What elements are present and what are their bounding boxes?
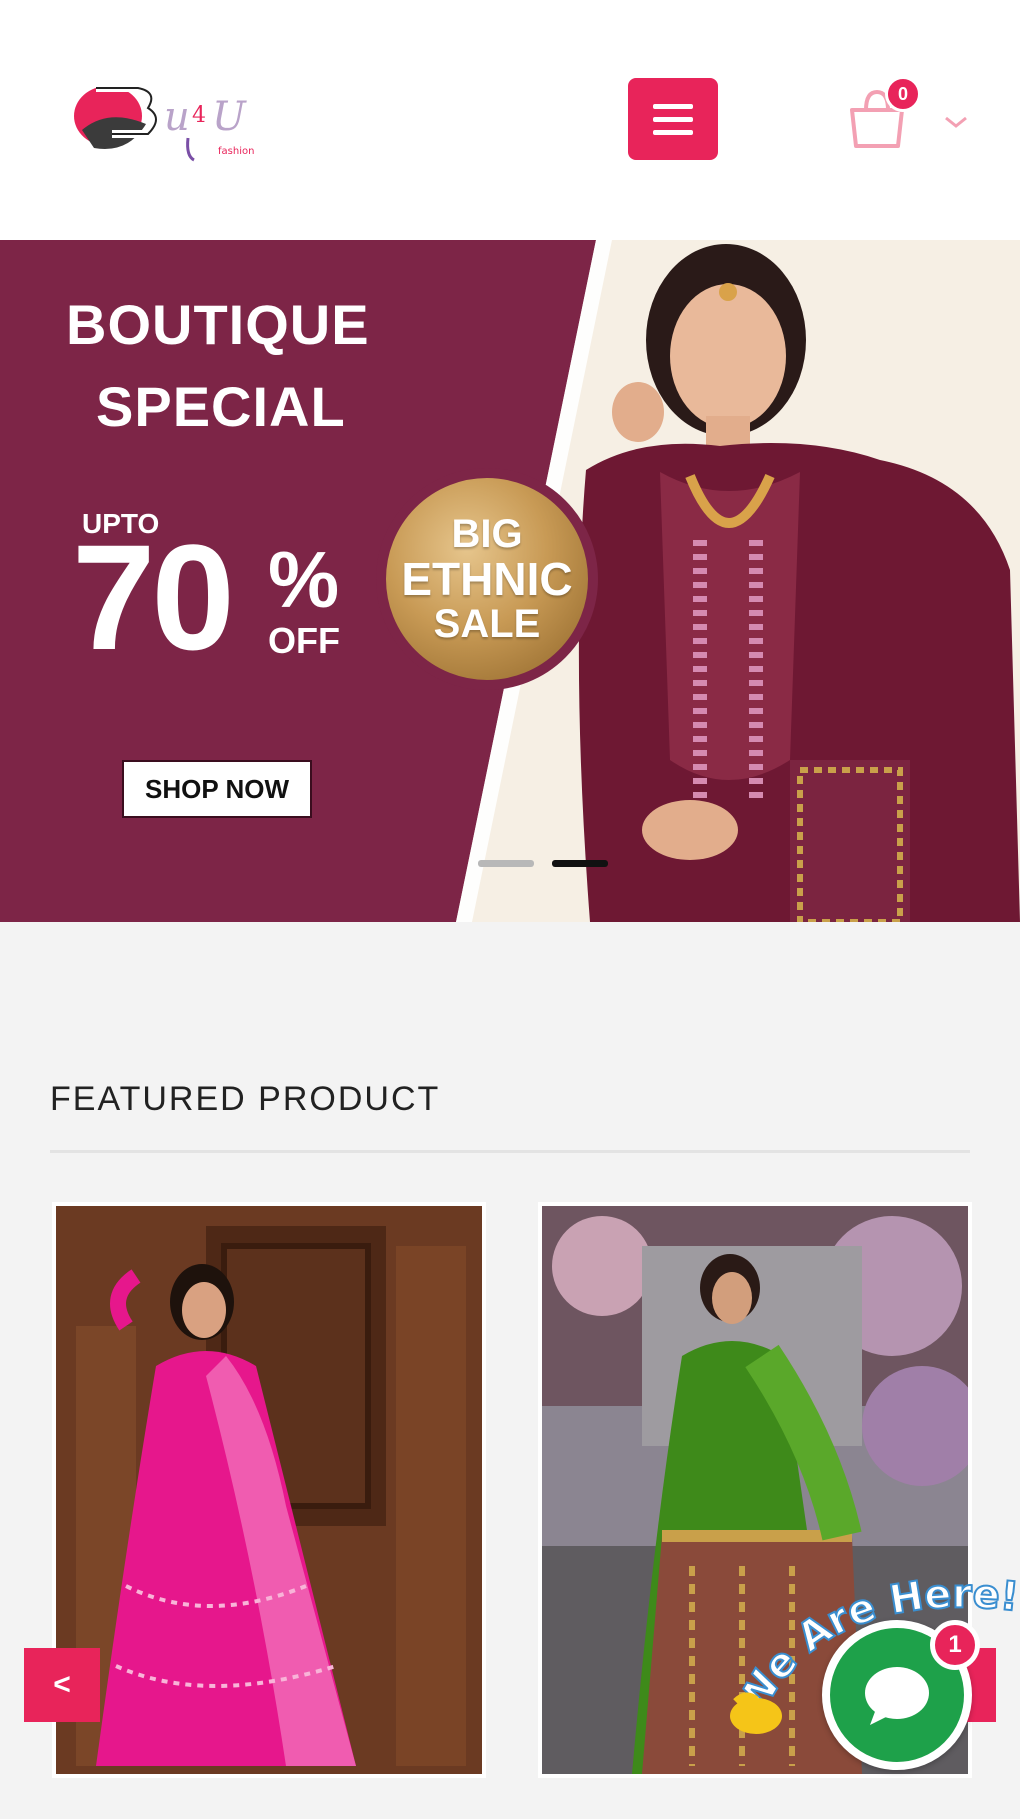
shop-now-button[interactable]: SHOP NOW bbox=[122, 760, 312, 818]
badge-line-2: ETHNIC bbox=[401, 552, 573, 605]
product-card[interactable] bbox=[52, 1202, 486, 1778]
hamburger-icon bbox=[653, 104, 693, 109]
badge-line-1: BIG bbox=[451, 511, 523, 556]
waving-hand-icon bbox=[730, 1692, 782, 1734]
section-title: FEATURED PRODUCT bbox=[50, 1080, 441, 1118]
hero-banner[interactable]: BOUTIQUE SPECIAL UPTO 70 % OFF BIG ETHNI… bbox=[0, 240, 1020, 922]
svg-text:U: U bbox=[212, 94, 247, 140]
chat-unread-badge: 1 bbox=[930, 1620, 980, 1670]
banner-percent: 70 bbox=[72, 513, 235, 681]
pink-saree-photo bbox=[56, 1206, 482, 1774]
page: u 4 U fashion 0 BOUTIQUE SPECIAL UPTO 70… bbox=[0, 0, 1020, 1819]
svg-text:fashion: fashion bbox=[218, 146, 254, 157]
sale-badge: BIG ETHNIC SALE bbox=[376, 468, 598, 690]
banner-off: OFF bbox=[268, 620, 340, 661]
svg-text:4: 4 bbox=[192, 103, 206, 128]
banner-title-line1: BOUTIQUE bbox=[66, 293, 370, 356]
hamburger-icon-bar bbox=[653, 117, 693, 122]
chat-bubble-icon bbox=[865, 1667, 929, 1725]
section-divider bbox=[50, 1150, 970, 1153]
banner-percent-sign: % bbox=[268, 535, 340, 624]
carousel-prev-button[interactable]: < bbox=[24, 1648, 100, 1722]
hamburger-icon-bar bbox=[653, 130, 693, 135]
cart-count-badge: 0 bbox=[885, 76, 921, 112]
slide-dot-1[interactable] bbox=[478, 860, 534, 867]
svg-text:u: u bbox=[164, 94, 190, 140]
badge-line-3: SALE bbox=[433, 602, 541, 647]
slide-dot-2[interactable] bbox=[552, 860, 608, 867]
brand-logo[interactable]: u 4 U fashion bbox=[68, 68, 288, 168]
menu-button[interactable] bbox=[628, 78, 718, 160]
chevron-down-icon[interactable] bbox=[942, 112, 970, 132]
site-header: u 4 U fashion 0 bbox=[0, 0, 1020, 240]
banner-title-line2: SPECIAL bbox=[96, 375, 346, 438]
